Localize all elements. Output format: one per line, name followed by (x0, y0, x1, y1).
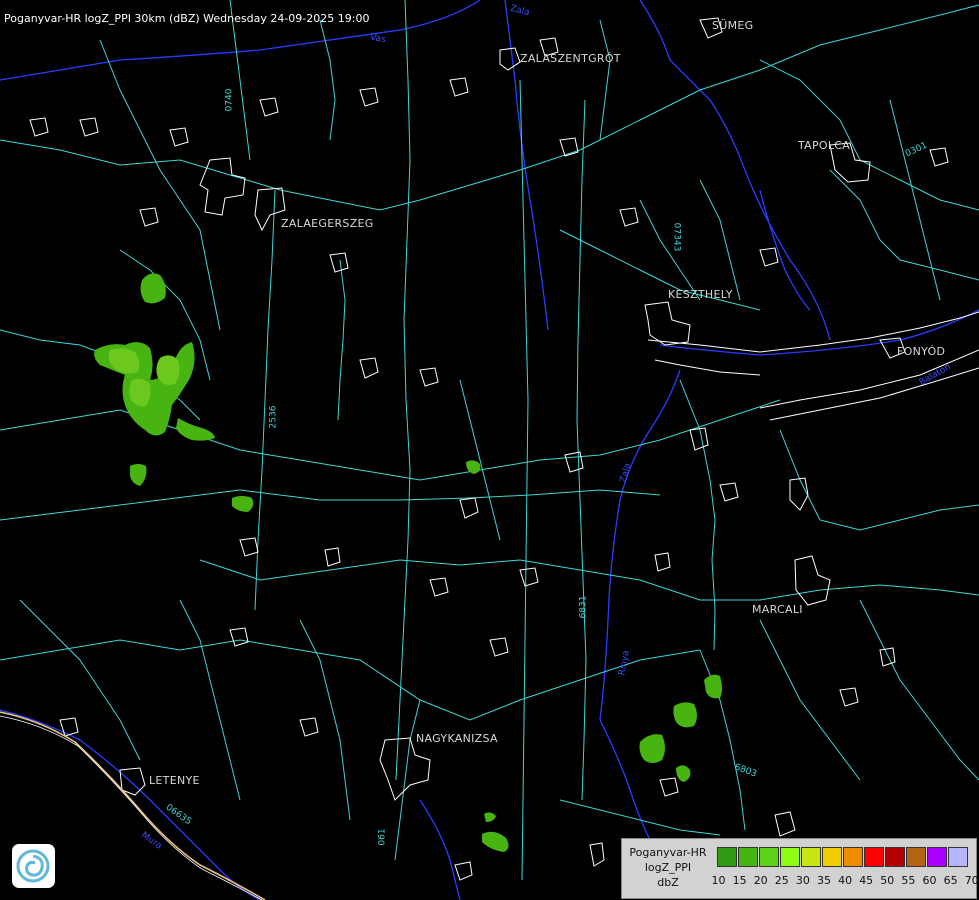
legend-swatch (759, 847, 779, 867)
legend-swatch (843, 847, 863, 867)
city-label-marcali: MARCALI (752, 603, 803, 616)
road-label: 6831 (578, 595, 589, 619)
echo-cell (130, 464, 147, 486)
met-service-logo (12, 844, 55, 888)
legend-swatch (717, 847, 737, 867)
color-legend: Poganyvar-HR logZ_PPI dbZ 10 15 20 25 30 35 40… (621, 838, 979, 899)
road-label: 07343 (671, 222, 682, 252)
legend-swatch (801, 847, 821, 867)
echo-cell (673, 702, 697, 728)
legend-swatch (885, 847, 905, 867)
legend-tick-label: 45 (859, 874, 874, 887)
legend-tick-label: 40 (838, 874, 853, 887)
legend-tick-label: 20 (753, 874, 768, 887)
echo-cell (232, 496, 254, 512)
city-label-zalaszentgrot: ZALASZENTGRÓT (520, 52, 621, 65)
echo-cell (704, 674, 722, 699)
legend-swatch (927, 847, 947, 867)
echo-cell (484, 812, 496, 822)
legend-swatch (864, 847, 884, 867)
radar-echoes (94, 273, 722, 852)
echo-cell (639, 734, 665, 763)
legend-swatch (738, 847, 758, 867)
legend-swatch (780, 847, 800, 867)
legend-tick-label: 50 (880, 874, 895, 887)
legend-tick-label: 55 (901, 874, 916, 887)
legend-product: logZ_PPI (644, 861, 692, 874)
city-label-keszthely: KESZTHELY (668, 288, 733, 301)
legend-caption: Poganyvar-HR logZ_PPI dbZ (622, 845, 714, 890)
echo-cell (176, 418, 215, 441)
road-network (0, 0, 979, 881)
city-label-sumeg: SÜMEG (712, 19, 754, 32)
legend-station: Poganyvar-HR (629, 846, 707, 859)
legend-tick-label: 30 (795, 874, 810, 887)
city-label-nagykanizsa: NAGYKANIZSA (416, 732, 498, 745)
legend-swatches (717, 847, 968, 867)
city-label-tapolca: TAPOLCA (798, 139, 851, 152)
legend-tick-label: 10 (711, 874, 726, 887)
legend-tick-label: 65 (943, 874, 958, 887)
echo-cell (676, 765, 691, 782)
legend-unit: dbZ (657, 876, 679, 889)
water-features (0, 0, 979, 900)
road-label: 0740 (224, 88, 235, 112)
legend-tick-label: 25 (774, 874, 789, 887)
echo-cell (140, 273, 166, 304)
legend-tick-label: 70 (964, 874, 979, 887)
road-label: 061 (377, 828, 388, 846)
radar-map (0, 0, 979, 900)
legend-tick-label: 35 (817, 874, 831, 887)
city-label-zalaegerszeg: ZALAEGERSZEG (281, 217, 374, 230)
legend-swatch (822, 847, 842, 867)
legend-ticks: 10 15 20 25 30 35 40 45 50 55 60 65 70 (708, 874, 979, 888)
legend-tick-label: 15 (732, 874, 747, 887)
legend-swatch (906, 847, 926, 867)
road-label: 2536 (268, 405, 279, 429)
legend-swatch (948, 847, 968, 867)
echo-cell (482, 831, 509, 852)
legend-tick-label: 60 (922, 874, 937, 887)
map-title: Poganyvar-HR logZ_PPI 30km (dBZ) Wednesd… (4, 12, 370, 25)
city-label-letenye: LETENYE (149, 774, 200, 787)
city-label-fonyod: FONYÓD (897, 345, 946, 358)
